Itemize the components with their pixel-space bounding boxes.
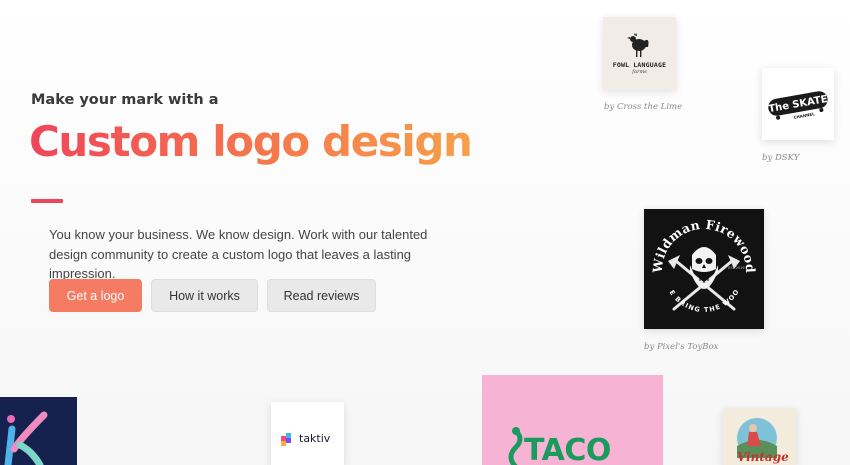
- read-reviews-button[interactable]: Read reviews: [267, 279, 376, 312]
- logo-card-fowl-language[interactable]: FOWL LANGUAGE farms: [603, 17, 676, 90]
- fowl-logo-title: FOWL LANGUAGE: [612, 61, 667, 69]
- logo-card-taktiv[interactable]: taktiv: [271, 402, 344, 465]
- vintage-wordmark: Vintage: [737, 450, 789, 464]
- logo-card-taco[interactable]: TACO: [482, 375, 663, 465]
- credit-skate[interactable]: by DSKY: [762, 153, 799, 163]
- fowl-rooster-icon: [627, 33, 649, 57]
- hero-section: Make your mark with a Custom logo design…: [0, 0, 850, 465]
- wildman-skull-emblem: Wildman Firewood EST 2016 E BRING THE WO…: [644, 209, 758, 314]
- wildman-badge: EST 2016: [728, 266, 745, 270]
- logo-card-k-figure[interactable]: [0, 397, 77, 465]
- logo-card-wildman-firewood[interactable]: Wildman Firewood EST 2016 E BRING THE WO…: [644, 209, 764, 329]
- logo-card-the-skate[interactable]: The SKATE CHANNEL: [762, 68, 834, 140]
- taktiv-mark-icon: [281, 433, 291, 446]
- skate-logo-subtitle: CHANNEL: [793, 111, 815, 120]
- taktiv-wordmark: taktiv: [299, 432, 331, 445]
- skateboard-logo: The SKATE CHANNEL: [768, 91, 829, 120]
- fowl-logo-subtitle: farms: [632, 69, 647, 75]
- k-figure-logo: [4, 411, 48, 465]
- accent-divider: [31, 199, 63, 203]
- taco-wordmark: TACO: [524, 433, 611, 465]
- how-it-works-button[interactable]: How it works: [151, 279, 258, 312]
- hero-headline: Custom logo design: [29, 114, 473, 170]
- credit-wildman[interactable]: by Pixel's ToyBox: [644, 342, 718, 352]
- hero-description: You know your business. We know design. …: [49, 227, 428, 281]
- get-a-logo-button[interactable]: Get a logo: [49, 279, 142, 312]
- credit-fowl[interactable]: by Cross the Lime: [604, 102, 682, 112]
- logo-card-vintage[interactable]: Vintage: [723, 408, 796, 465]
- hero-eyebrow: Make your mark with a: [31, 92, 219, 108]
